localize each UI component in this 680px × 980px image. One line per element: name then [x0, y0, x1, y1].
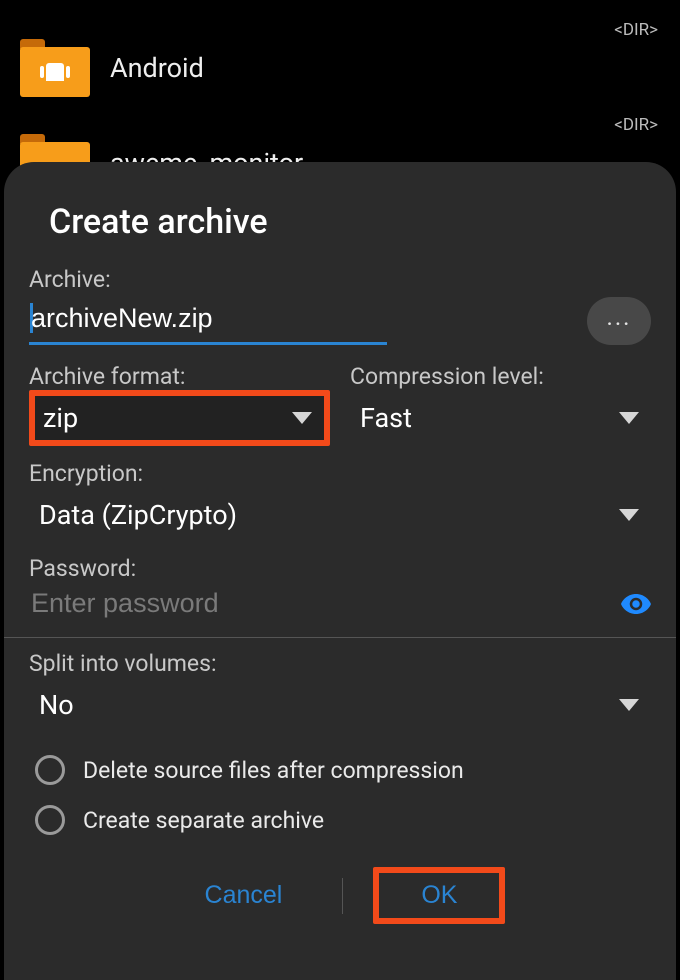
archive-format-select[interactable]: zip [35, 396, 324, 440]
archive-name-label: Archive: [29, 266, 651, 293]
archive-name-input[interactable] [29, 297, 387, 345]
compression-level-select[interactable]: Fast [350, 392, 651, 444]
radio-unchecked-icon [35, 805, 65, 835]
compression-level-label: Compression level: [350, 363, 651, 390]
create-archive-dialog: Create archive Archive: ... Archive form… [4, 162, 676, 980]
chevron-down-icon [292, 412, 312, 424]
chevron-down-icon [619, 699, 639, 711]
cancel-button[interactable]: Cancel [175, 867, 313, 924]
highlight-format: zip [29, 390, 330, 446]
delete-source-label: Delete source files after compression [83, 757, 464, 784]
dialog-title: Create archive [29, 202, 651, 242]
dir-tag: <DIR> [614, 115, 658, 135]
split-volumes-value: No [39, 689, 74, 721]
folder-icon [20, 39, 90, 97]
split-volumes-label: Split into volumes: [29, 650, 651, 677]
radio-unchecked-icon [35, 755, 65, 785]
separate-archive-checkbox[interactable]: Create separate archive [29, 795, 651, 845]
ok-button[interactable]: OK [421, 881, 457, 910]
divider [4, 637, 676, 638]
show-password-button[interactable] [621, 589, 651, 619]
chevron-down-icon [619, 509, 639, 521]
archive-format-value: zip [43, 402, 78, 434]
eye-icon [621, 593, 651, 615]
chevron-down-icon [619, 412, 639, 424]
split-volumes-select[interactable]: No [29, 679, 651, 731]
browse-button[interactable]: ... [587, 297, 651, 345]
highlight-ok: OK [373, 867, 505, 924]
separate-archive-label: Create separate archive [83, 807, 324, 834]
archive-format-label: Archive format: [29, 363, 330, 390]
encryption-label: Encryption: [29, 460, 651, 487]
encryption-select[interactable]: Data (ZipCrypto) [29, 489, 651, 541]
dir-tag: <DIR> [614, 20, 658, 40]
file-name: Android [110, 52, 204, 84]
encryption-value: Data (ZipCrypto) [39, 499, 237, 531]
password-input[interactable] [31, 584, 611, 623]
password-label: Password: [29, 555, 651, 582]
button-divider [342, 878, 343, 914]
delete-source-checkbox[interactable]: Delete source files after compression [29, 745, 651, 795]
file-row[interactable]: <DIR> Android [0, 20, 680, 115]
compression-level-value: Fast [360, 402, 412, 434]
